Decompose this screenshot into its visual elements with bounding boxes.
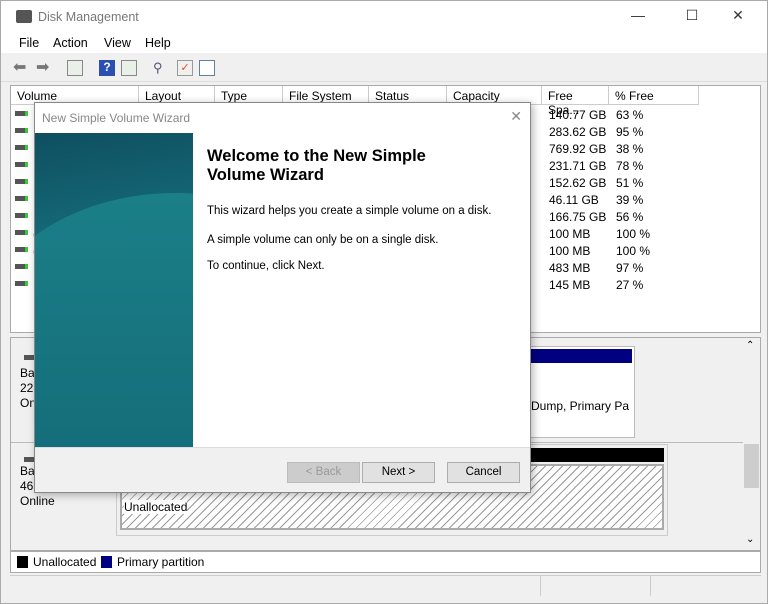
forward-icon[interactable]: ➡ [36, 57, 52, 76]
volume-icon [15, 281, 28, 286]
free-space: 769.92 GB [549, 142, 607, 156]
wizard-heading: Welcome to the New Simple Volume Wizard [207, 147, 426, 184]
wizard-text-1: This wizard helps you create a simple vo… [207, 205, 492, 217]
free-space: 483 MB [549, 261, 591, 275]
volume-icon [15, 179, 28, 184]
partition-label: Dump, Primary Pa [531, 399, 630, 413]
free-space: 100 MB [549, 244, 591, 258]
wizard-text-3: To continue, click Next. [207, 260, 325, 272]
free-space: 46.11 GB [549, 193, 599, 207]
percent-free: 39 % [616, 193, 644, 207]
unallocated-swatch [17, 556, 28, 568]
toolbar: ⬅ ➡ ? ⚲ ✓ [1, 54, 767, 82]
show-hide-action-pane-icon[interactable] [121, 60, 137, 76]
connect-icon[interactable]: ⚲ [153, 60, 169, 76]
free-space: 145 MB [549, 278, 591, 292]
free-space: 152.62 GB [549, 176, 607, 190]
percent-free: 27 % [616, 278, 644, 292]
primary-partition-swatch [101, 556, 112, 568]
status-divider [540, 576, 541, 596]
free-space: 166.75 GB [549, 210, 607, 224]
dialog-title: New Simple Volume Wizard [42, 111, 191, 125]
status-bar [10, 575, 761, 597]
volume-icon [15, 111, 28, 116]
menu-file[interactable]: File [19, 36, 39, 50]
percent-free: 51 % [616, 176, 644, 190]
wizard-banner-image [35, 133, 193, 447]
free-space: 231.71 GB [549, 159, 607, 173]
percent-free: 56 % [616, 210, 644, 224]
disk-management-icon [16, 10, 32, 23]
free-space: 283.62 GB [549, 125, 607, 139]
menu-bar: File Action View Help [1, 33, 767, 53]
wizard-text-2: A simple volume can only be on a single … [207, 234, 439, 246]
volume-icon [15, 230, 28, 235]
next-button[interactable]: Next > [362, 462, 435, 483]
volume-icon [15, 162, 28, 167]
dialog-button-bar: < Back Next > Cancel [35, 447, 530, 492]
menu-help[interactable]: Help [145, 36, 171, 50]
new-simple-volume-wizard-dialog: New Simple Volume Wizard ✕ Welcome to th… [34, 102, 531, 493]
back-button[interactable]: < Back [287, 462, 360, 483]
percent-free: 38 % [616, 142, 644, 156]
scroll-up-icon[interactable]: ⌃ [746, 340, 754, 351]
disk-status: Online [20, 494, 55, 508]
legend-primary-partition: Primary partition [117, 555, 205, 569]
column-percent-free[interactable]: % Free [609, 86, 699, 105]
scroll-thumb[interactable] [744, 444, 759, 488]
window-title: Disk Management [38, 10, 139, 24]
title-bar: Disk Management — ☐ ✕ [1, 1, 767, 33]
cancel-button[interactable]: Cancel [447, 462, 520, 483]
percent-free: 100 % [616, 244, 651, 258]
dialog-close-button[interactable]: ✕ [510, 108, 522, 125]
menu-view[interactable]: View [104, 36, 131, 50]
free-space: 140.77 GB [549, 108, 607, 122]
maximize-button[interactable]: ☐ [677, 7, 707, 24]
back-icon[interactable]: ⬅ [13, 57, 29, 76]
volume-icon [15, 213, 28, 218]
volume-icon [15, 196, 28, 201]
checklist-icon[interactable]: ✓ [177, 60, 193, 76]
legend: Unallocated Primary partition [10, 551, 761, 573]
volume-icon [15, 264, 28, 269]
menu-action[interactable]: Action [53, 36, 88, 50]
scroll-down-icon[interactable]: ⌄ [746, 534, 754, 545]
percent-free: 100 % [616, 227, 651, 241]
vertical-scrollbar[interactable]: ⌃ ⌄ [743, 338, 760, 550]
legend-unallocated: Unallocated [33, 555, 97, 569]
percent-free: 95 % [616, 125, 644, 139]
volume-icon [15, 247, 28, 252]
close-button[interactable]: ✕ [723, 7, 753, 24]
properties-icon[interactable] [199, 60, 215, 76]
percent-free: 63 % [616, 108, 644, 122]
help-icon[interactable]: ? [99, 60, 115, 76]
volume-icon [15, 128, 28, 133]
status-divider [650, 576, 651, 596]
unallocated-label: Unallocated [124, 500, 188, 514]
free-space: 100 MB [549, 227, 591, 241]
column-free-space[interactable]: Free Spa... [542, 86, 609, 117]
percent-free: 78 % [616, 159, 644, 173]
minimize-button[interactable]: — [623, 7, 653, 23]
percent-free: 97 % [616, 261, 644, 275]
show-hide-console-tree-icon[interactable] [67, 60, 83, 76]
volume-icon [15, 145, 28, 150]
